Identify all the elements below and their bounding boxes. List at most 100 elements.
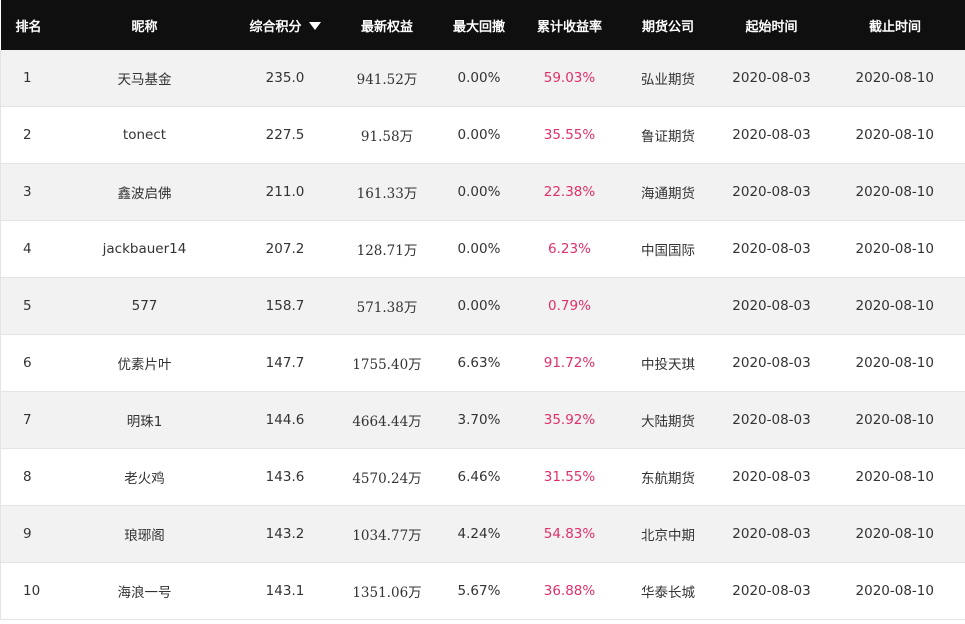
cell-company: 弘业期货: [617, 50, 719, 107]
cell-start-date: 2020-08-03: [718, 220, 825, 278]
cell-start-date: 2020-08-03: [718, 277, 825, 335]
cell-drawdown: 0.00%: [436, 220, 522, 278]
cell-equity: 941.52万: [337, 50, 437, 107]
cell-company: 北京中期: [617, 505, 719, 563]
table-row[interactable]: 6 优素片叶 147.7 1755.40万 6.63% 91.72% 中投天琪 2020-08…: [0, 334, 965, 392]
cell-equity: 1034.77万: [337, 505, 437, 563]
cell-nickname[interactable]: 天马基金: [56, 50, 233, 107]
cell-end-date: 2020-08-10: [824, 163, 965, 221]
cell-nickname[interactable]: tonect: [56, 106, 233, 164]
cell-score: 147.7: [232, 334, 338, 392]
cell-return: 35.92%: [521, 391, 618, 449]
cell-end-date: 2020-08-10: [824, 334, 965, 392]
cell-score: 144.6: [232, 391, 338, 449]
cell-drawdown: 6.63%: [436, 334, 522, 392]
cell-rank: 9: [0, 505, 57, 563]
cell-return: 54.83%: [521, 505, 618, 563]
cell-return: 35.55%: [521, 106, 618, 164]
cell-end-date: 2020-08-10: [824, 106, 965, 164]
header-rank[interactable]: 排名: [0, 0, 57, 50]
cell-company: [617, 277, 719, 335]
cell-return: 0.79%: [521, 277, 618, 335]
cell-score: 227.5: [232, 106, 338, 164]
cell-score: 158.7: [232, 277, 338, 335]
cell-return: 22.38%: [521, 163, 618, 221]
cell-drawdown: 0.00%: [436, 163, 522, 221]
cell-nickname[interactable]: 海浪一号: [56, 562, 233, 620]
cell-score: 235.0: [232, 50, 338, 107]
cell-company: 华泰长城: [617, 562, 719, 620]
cell-equity: 91.58万: [337, 106, 437, 164]
cell-end-date: 2020-08-10: [824, 505, 965, 563]
cell-score: 207.2: [232, 220, 338, 278]
cell-company: 中投天琪: [617, 334, 719, 392]
cell-start-date: 2020-08-03: [718, 448, 825, 506]
cell-score: 143.6: [232, 448, 338, 506]
cell-rank: 7: [0, 391, 57, 449]
cell-return: 91.72%: [521, 334, 618, 392]
cell-end-date: 2020-08-10: [824, 220, 965, 278]
header-company[interactable]: 期货公司: [617, 0, 719, 50]
cell-start-date: 2020-08-03: [718, 505, 825, 563]
cell-start-date: 2020-08-03: [718, 562, 825, 620]
table-body: 1 天马基金 235.0 941.52万 0.00% 59.03% 弘业期货 2020-08-…: [0, 50, 965, 620]
sort-down-icon[interactable]: [308, 21, 321, 30]
cell-nickname[interactable]: 鑫波启佛: [56, 163, 233, 221]
header-start[interactable]: 起始时间: [718, 0, 825, 50]
cell-start-date: 2020-08-03: [718, 334, 825, 392]
cell-end-date: 2020-08-10: [824, 448, 965, 506]
cell-drawdown: 0.00%: [436, 106, 522, 164]
cell-rank: 3: [0, 163, 57, 221]
cell-company: 海通期货: [617, 163, 719, 221]
table-row[interactable]: 7 明珠1 144.6 4664.44万 3.70% 35.92% 大陆期货 2020-08-…: [0, 391, 965, 449]
cell-return: 36.88%: [521, 562, 618, 620]
table-header-row: 排名 昵称 综合积分 最新权益 最大回撤 累计收益率 期货公司 起始时间 截止时…: [0, 0, 965, 50]
cell-rank: 5: [0, 277, 57, 335]
cell-nickname[interactable]: jackbauer14: [56, 220, 233, 278]
header-equity[interactable]: 最新权益: [337, 0, 437, 50]
cell-score: 211.0: [232, 163, 338, 221]
cell-end-date: 2020-08-10: [824, 277, 965, 335]
header-score[interactable]: 综合积分: [232, 0, 338, 50]
table-row[interactable]: 8 老火鸡 143.6 4570.24万 6.46% 31.55% 东航期货 2020-08-…: [0, 448, 965, 506]
cell-return: 31.55%: [521, 448, 618, 506]
table-row[interactable]: 5 577 158.7 571.38万 0.00% 0.79% 2020-08-03 2020…: [0, 277, 965, 335]
cell-start-date: 2020-08-03: [718, 50, 825, 107]
cell-end-date: 2020-08-10: [824, 562, 965, 620]
cell-drawdown: 0.00%: [436, 50, 522, 107]
header-return[interactable]: 累计收益率: [521, 0, 618, 50]
cell-company: 中国国际: [617, 220, 719, 278]
cell-nickname[interactable]: 明珠1: [56, 391, 233, 449]
cell-nickname[interactable]: 优素片叶: [56, 334, 233, 392]
cell-drawdown: 4.24%: [436, 505, 522, 563]
cell-equity: 161.33万: [337, 163, 437, 221]
cell-nickname[interactable]: 琅琊阁: [56, 505, 233, 563]
cell-score: 143.1: [232, 562, 338, 620]
cell-rank: 8: [0, 448, 57, 506]
cell-drawdown: 0.00%: [436, 277, 522, 335]
cell-end-date: 2020-08-10: [824, 50, 965, 107]
cell-start-date: 2020-08-03: [718, 391, 825, 449]
header-end[interactable]: 截止时间: [824, 0, 965, 50]
header-drawdown[interactable]: 最大回撤: [436, 0, 522, 50]
table-row[interactable]: 10 海浪一号 143.1 1351.06万 5.67% 36.88% 华泰长城 2020-0…: [0, 562, 965, 620]
header-nickname[interactable]: 昵称: [56, 0, 233, 50]
cell-equity: 1351.06万: [337, 562, 437, 620]
cell-drawdown: 5.67%: [436, 562, 522, 620]
cell-nickname[interactable]: 577: [56, 277, 233, 335]
cell-equity: 571.38万: [337, 277, 437, 335]
table-row[interactable]: 4 jackbauer14 207.2 128.71万 0.00% 6.23% 中国国际 20…: [0, 220, 965, 278]
cell-equity: 128.71万: [337, 220, 437, 278]
cell-rank: 2: [0, 106, 57, 164]
table-row[interactable]: 9 琅琊阁 143.2 1034.77万 4.24% 54.83% 北京中期 2020-08-…: [0, 505, 965, 563]
cell-company: 鲁证期货: [617, 106, 719, 164]
cell-start-date: 2020-08-03: [718, 163, 825, 221]
cell-score: 143.2: [232, 505, 338, 563]
ranking-table: 排名 昵称 综合积分 最新权益 最大回撤 累计收益率 期货公司 起始时间 截止时…: [0, 0, 965, 620]
table-row[interactable]: 2 tonect 227.5 91.58万 0.00% 35.55% 鲁证期货 2020-08…: [0, 106, 965, 164]
table-row[interactable]: 3 鑫波启佛 211.0 161.33万 0.00% 22.38% 海通期货 2020-08-…: [0, 163, 965, 221]
cell-return: 6.23%: [521, 220, 618, 278]
cell-nickname[interactable]: 老火鸡: [56, 448, 233, 506]
cell-start-date: 2020-08-03: [718, 106, 825, 164]
table-row[interactable]: 1 天马基金 235.0 941.52万 0.00% 59.03% 弘业期货 2020-08-…: [0, 50, 965, 107]
